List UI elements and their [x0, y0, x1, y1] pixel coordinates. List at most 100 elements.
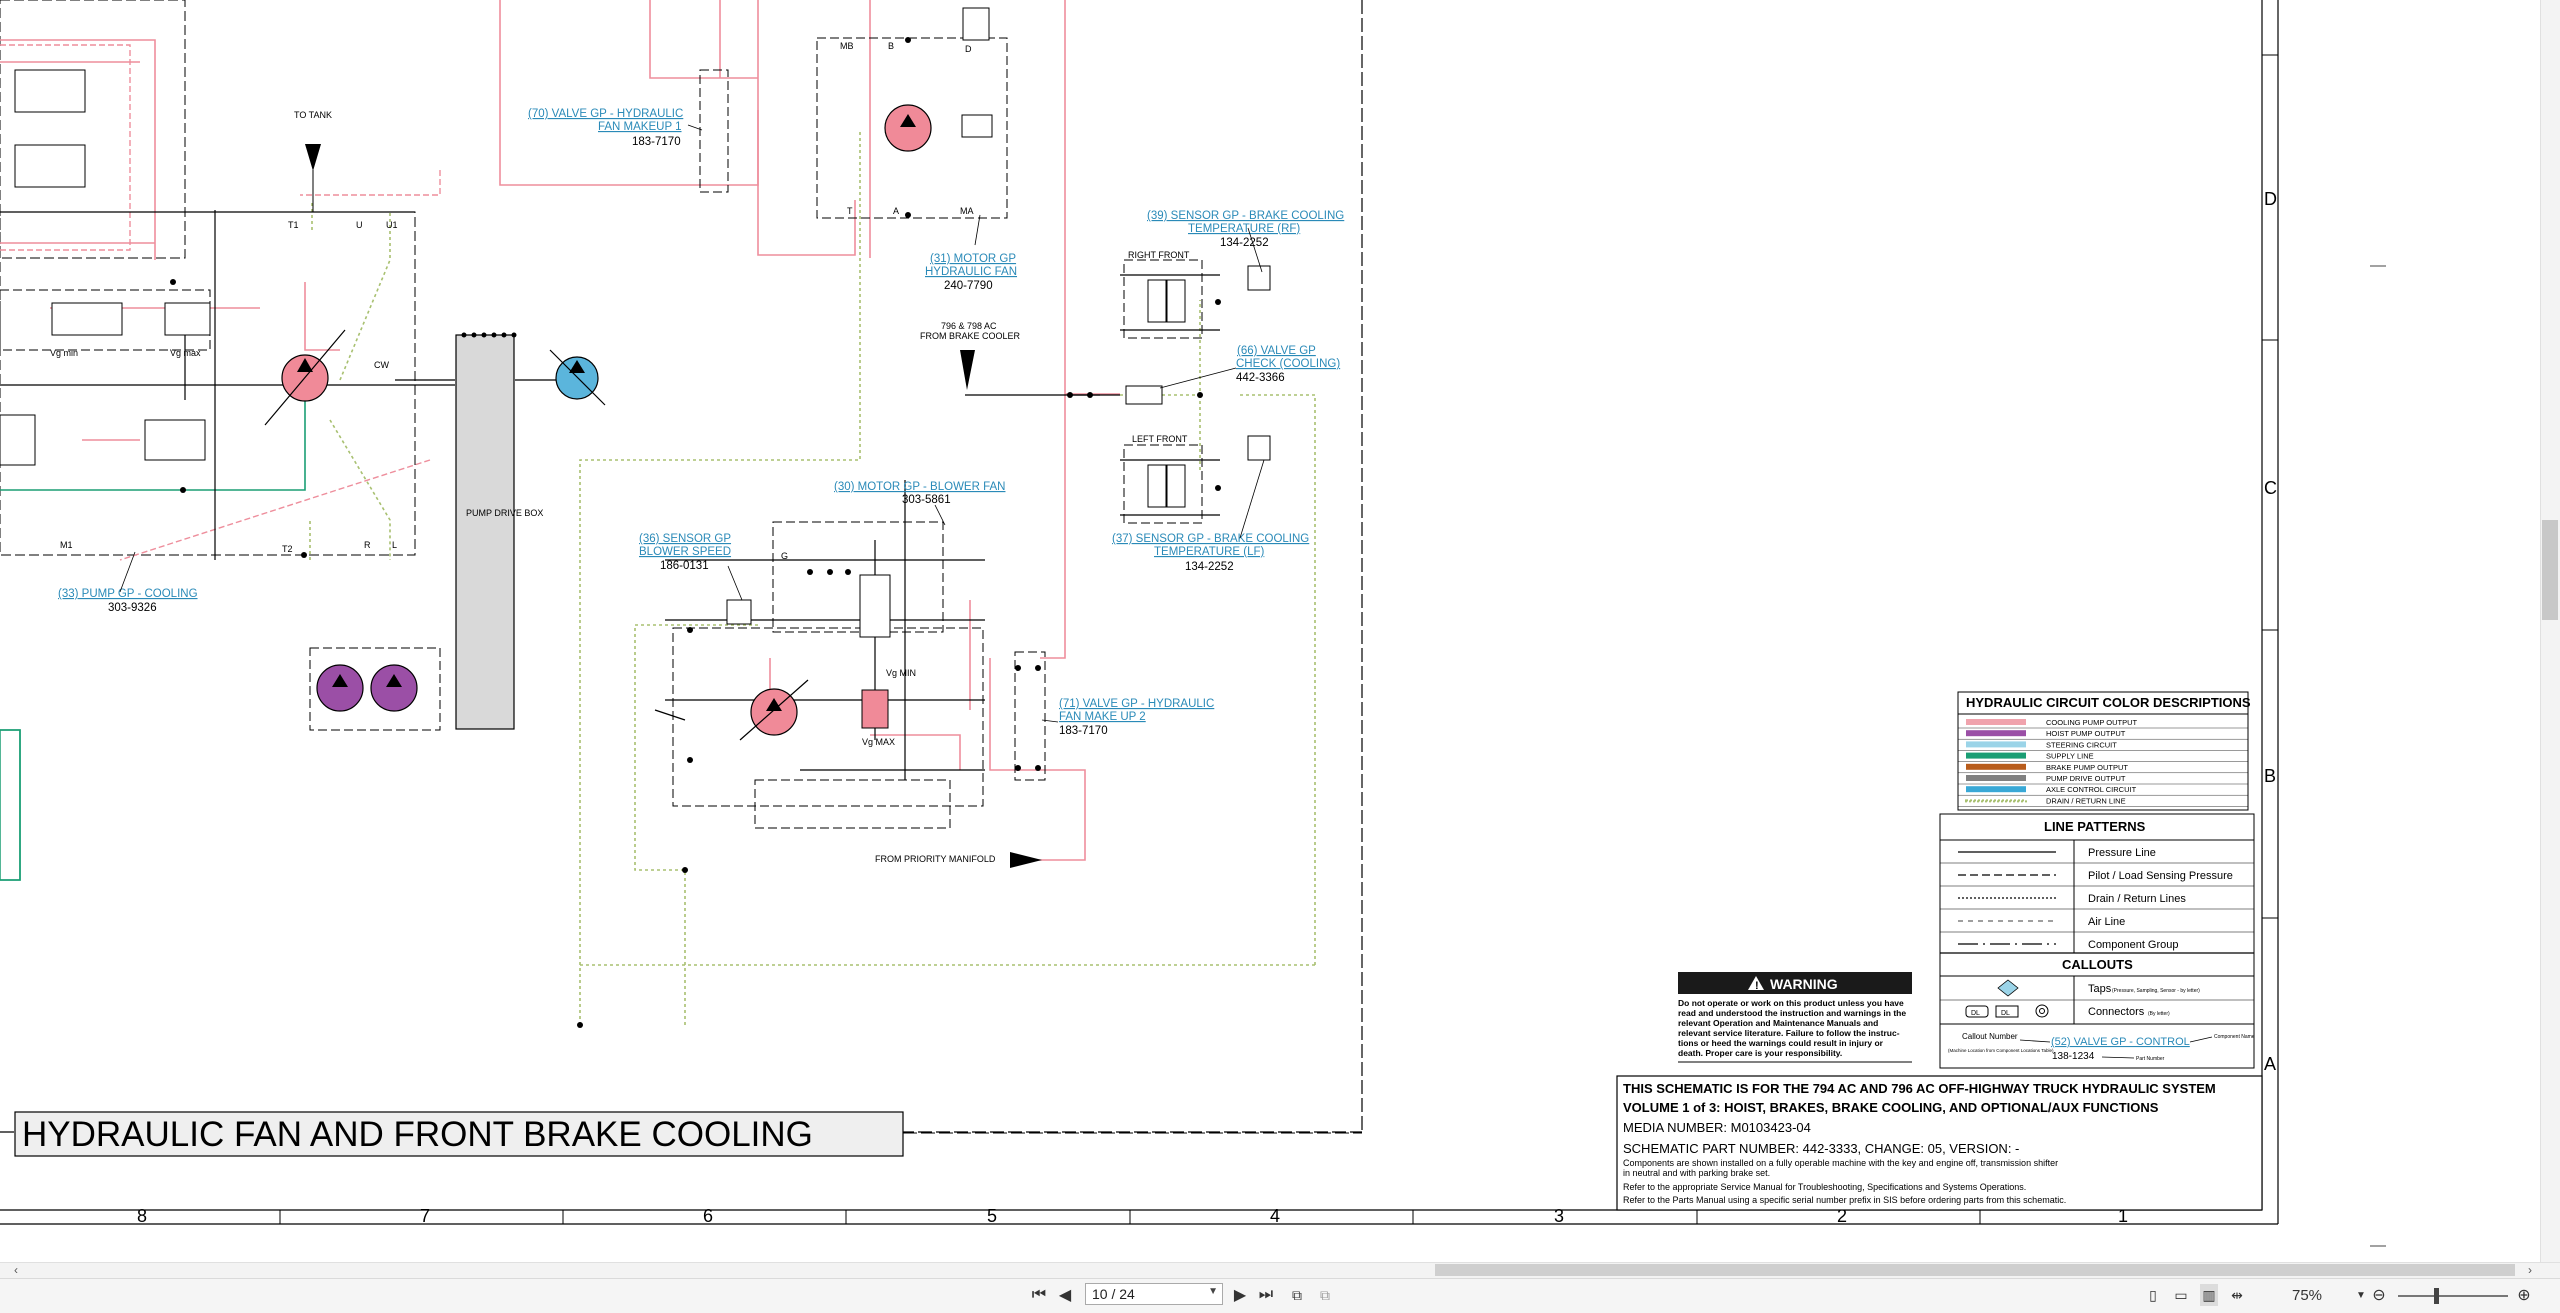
prev-page-icon[interactable]: ◀	[1056, 1284, 1074, 1306]
label-vg-max-blower: Vg MAX	[862, 737, 895, 747]
svg-text:relevant Operation and Mainten: relevant Operation and Maintenance Manua…	[1678, 1018, 1878, 1028]
vertical-scroll-thumb[interactable]	[2542, 520, 2558, 620]
legend-swatch	[1966, 775, 2026, 781]
fit-width-icon[interactable]: ⇹	[2228, 1284, 2246, 1306]
legend-color-label: AXLE CONTROL CIRCUIT	[2046, 785, 2137, 794]
svg-text:FAN MAKEUP 1: FAN MAKEUP 1	[598, 121, 682, 133]
warning-box: ! WARNING Do not operate or work on this…	[1678, 972, 1912, 1063]
column-label-6: 6	[703, 1206, 713, 1226]
svg-text:186-0131: 186-0131	[660, 560, 709, 572]
legend-color-label: BRAKE PUMP OUTPUT	[2046, 763, 2128, 772]
vertical-scrollbar[interactable]	[2540, 0, 2560, 1262]
label-vg-min-blower: Vg MIN	[886, 668, 916, 678]
next-page-icon[interactable]: ▶	[1231, 1284, 1249, 1306]
label-vg-max: Vg max	[170, 348, 201, 358]
svg-text:Refer to the Parts Manual usin: Refer to the Parts Manual using a specif…	[1623, 1195, 2066, 1205]
row-label-b: B	[2264, 766, 2276, 786]
svg-text:LINE PATTERNS: LINE PATTERNS	[2044, 819, 2146, 834]
svg-text:134-2252: 134-2252	[1220, 237, 1269, 249]
svg-text:Part Number: Part Number	[2136, 1056, 2165, 1062]
svg-text:HYDRAULIC FAN: HYDRAULIC FAN	[925, 266, 1017, 278]
last-page-icon[interactable]: ⏭	[1257, 1284, 1275, 1306]
label-t1: T1	[288, 220, 299, 230]
single-page-view-icon[interactable]: ▯	[2144, 1284, 2162, 1306]
svg-text:Taps: Taps	[2088, 983, 2112, 995]
svg-text:183-7170: 183-7170	[632, 136, 681, 148]
hydraulic-schematic: 8 7 6 5 4 3 2 1 D C B A PUMP DRIVE BOX T…	[0, 0, 2386, 1247]
callout-36[interactable]: (36) SENSOR GP BLOWER SPEED 186-0131	[639, 533, 731, 572]
svg-text:Pilot / Load Sensing Pressure: Pilot / Load Sensing Pressure	[2088, 870, 2233, 882]
svg-text:relevant service literature. F: relevant service literature. Failure to …	[1678, 1028, 1900, 1038]
schematic-title: HYDRAULIC FAN AND FRONT BRAKE COOLING	[22, 1115, 813, 1154]
fan-motor-icon	[884, 104, 932, 152]
column-label-3: 3	[1554, 1206, 1564, 1226]
svg-text:DL: DL	[2001, 1010, 2010, 1017]
callout-30[interactable]: (30) MOTOR GP - BLOWER FAN 303-5861	[834, 481, 1005, 506]
continuous-view-icon[interactable]: ▭	[2172, 1284, 2190, 1306]
legend-color-label: SUPPLY LINE	[2046, 752, 2094, 761]
svg-text:TEMPERATURE (RF): TEMPERATURE (RF)	[1188, 223, 1300, 235]
page-number-field[interactable]: 10 / 24 ▼	[1085, 1283, 1223, 1305]
line-patterns-legend: LINE PATTERNS Pressure Line Pilot / Load…	[1939, 813, 2255, 1069]
svg-text:(66) VALVE GP: (66) VALVE GP	[1237, 345, 1316, 357]
legend-color-label: COOLING PUMP OUTPUT	[2046, 718, 2138, 727]
svg-text:Drain / Return Lines: Drain / Return Lines	[2088, 893, 2186, 905]
zoom-dropdown-icon[interactable]: ▼	[2352, 1284, 2370, 1306]
scroll-right-icon[interactable]: ›	[2528, 1262, 2532, 1278]
column-label-8: 8	[137, 1206, 147, 1226]
svg-text:138-1234: 138-1234	[2052, 1051, 2095, 1062]
label-796-798-ac: 796 & 798 AC	[941, 321, 997, 331]
svg-text:(36) SENSOR GP: (36) SENSOR GP	[639, 533, 731, 545]
document-viewport[interactable]: 8 7 6 5 4 3 2 1 D C B A PUMP DRIVE BOX T…	[0, 0, 2540, 1262]
callout-39[interactable]: (39) SENSOR GP - BRAKE COOLING TEMPERATU…	[1147, 210, 1344, 249]
svg-text:183-7170: 183-7170	[1059, 725, 1108, 737]
label-l: L	[392, 540, 397, 550]
first-page-icon[interactable]: ⏮	[1030, 1284, 1048, 1306]
column-label-7: 7	[420, 1206, 430, 1226]
paste-page-icon[interactable]: ⧉	[1316, 1284, 1334, 1306]
svg-text:(37) SENSOR GP - BRAKE COOLING: (37) SENSOR GP - BRAKE COOLING	[1112, 533, 1309, 545]
callout-31[interactable]: (31) MOTOR GP HYDRAULIC FAN 240-7790	[925, 253, 1017, 292]
callout-66[interactable]: (66) VALVE GP CHECK (COOLING) 442-3366	[1236, 345, 1340, 384]
svg-text:(71) VALVE GP - HYDRAULIC: (71) VALVE GP - HYDRAULIC	[1059, 698, 1214, 710]
scroll-left-icon[interactable]: ‹	[14, 1262, 18, 1278]
row-label-d: D	[2264, 189, 2277, 209]
color-legend: HYDRAULIC CIRCUIT COLOR DESCRIPTIONS COO…	[1957, 691, 2251, 811]
label-left-front: LEFT FRONT	[1132, 434, 1188, 444]
copy-page-icon[interactable]: ⧉	[1288, 1284, 1306, 1306]
zoom-slider[interactable]	[2398, 1295, 2508, 1297]
horizontal-scroll-thumb[interactable]	[1435, 1264, 2515, 1276]
callout-37[interactable]: (37) SENSOR GP - BRAKE COOLING TEMPERATU…	[1112, 533, 1309, 573]
chevron-down-icon[interactable]: ▼	[1208, 1286, 1218, 1297]
zoom-in-icon[interactable]: ⊕	[2515, 1284, 2533, 1306]
zoom-slider-handle[interactable]	[2434, 1288, 2439, 1304]
svg-text:THIS SCHEMATIC IS FOR THE 794: THIS SCHEMATIC IS FOR THE 794 AC AND 796…	[1623, 1081, 2216, 1096]
svg-text:HYDRAULIC CIRCUIT COLOR DESCRI: HYDRAULIC CIRCUIT COLOR DESCRIPTIONS	[1966, 695, 2251, 710]
label-g: G	[781, 551, 788, 561]
svg-text:303-9326: 303-9326	[108, 602, 157, 614]
svg-text:Pressure Line: Pressure Line	[2088, 847, 2156, 859]
label-a: A	[893, 206, 899, 216]
callout-71[interactable]: (71) VALVE GP - HYDRAULIC FAN MAKE UP 2 …	[1059, 698, 1214, 737]
svg-text:read and understood the instru: read and understood the instruction and …	[1678, 1008, 1906, 1018]
pump-drive-box	[455, 334, 515, 730]
svg-text:CALLOUTS: CALLOUTS	[2062, 957, 2133, 972]
callout-33[interactable]: (33) PUMP GP - COOLING 303-9326	[58, 588, 198, 614]
svg-text:442-3366: 442-3366	[1236, 372, 1285, 384]
svg-text:MEDIA NUMBER: M0103423-04: MEDIA NUMBER: M0103423-04	[1623, 1120, 1811, 1135]
legend-swatch	[1966, 730, 2026, 737]
hoist-pump-1-icon	[316, 664, 364, 712]
svg-text:(31) MOTOR GP: (31) MOTOR GP	[930, 253, 1016, 265]
callout-70[interactable]: (70) VALVE GP - HYDRAULIC FAN MAKEUP 1 1…	[528, 108, 683, 148]
facing-view-icon[interactable]: ▥	[2200, 1284, 2218, 1306]
svg-text:Callout Number: Callout Number	[1962, 1032, 2018, 1041]
legend-swatch	[1966, 741, 2026, 748]
label-b: B	[888, 41, 894, 51]
svg-text:(By letter): (By letter)	[2148, 1011, 2170, 1017]
label-from-brake-cooler: FROM BRAKE COOLER	[920, 331, 1021, 341]
svg-text:Components are shown installed: Components are shown installed on a full…	[1623, 1158, 2058, 1168]
row-label-a: A	[2264, 1054, 2276, 1074]
zoom-out-icon[interactable]: ⊖	[2370, 1284, 2388, 1306]
label-from-priority-manifold: FROM PRIORITY MANIFOLD	[875, 854, 996, 864]
svg-text:(Pressure, Sampling, Sensor -: (Pressure, Sampling, Sensor - by letter)	[2112, 988, 2200, 994]
